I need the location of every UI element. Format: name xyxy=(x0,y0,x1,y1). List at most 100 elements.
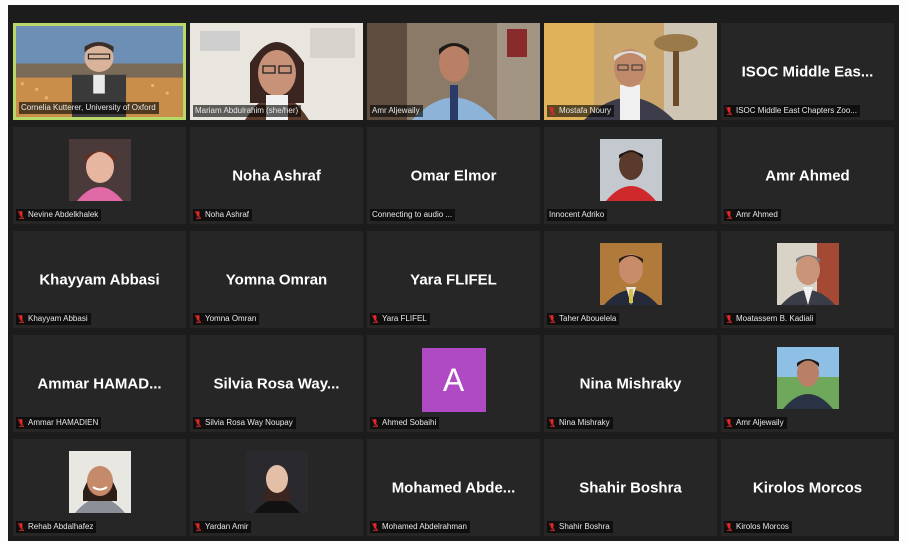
participant-name: Nevine Abdelkhalek xyxy=(28,210,99,219)
participant-display-name: ISOC Middle Eas... xyxy=(741,63,874,80)
participant-name-label: Innocent Adriko xyxy=(547,209,608,221)
participant-tile[interactable]: Nina Mishraky Nina Mishraky xyxy=(544,335,717,432)
participant-name: Noha Ashraf xyxy=(205,210,250,219)
participant-tile[interactable]: Kirolos Morcos Kirolos Morcos xyxy=(721,439,894,536)
participant-name-label: ISOC Middle East Chapters Zoo... xyxy=(724,105,860,117)
participant-tile[interactable]: Silvia Rosa Way... Silvia Rosa Way Noupa… xyxy=(190,335,363,432)
participant-name-label: Ammar HAMADIEN xyxy=(16,417,102,429)
participant-display-name: Ammar HAMAD... xyxy=(37,375,162,392)
participant-name-label: Cornelia Kutterer, University of Oxford xyxy=(19,102,159,114)
participant-tile[interactable]: Innocent Adriko xyxy=(544,127,717,224)
mic-muted-icon xyxy=(549,419,555,427)
participant-display-name: Kirolos Morcos xyxy=(752,479,863,496)
participant-tile[interactable]: ISOC Middle Eas... ISOC Middle East Chap… xyxy=(721,23,894,120)
participant-tile[interactable]: Amr Ahmed Amr Ahmed xyxy=(721,127,894,224)
mic-muted-icon xyxy=(726,419,732,427)
participant-name: Rehab Abdalhafez xyxy=(28,522,94,531)
mic-muted-icon xyxy=(549,107,555,115)
letter-avatar: A xyxy=(421,348,486,412)
profile-photo xyxy=(776,347,839,409)
participant-tile[interactable]: Ammar HAMAD... Ammar HAMADIEN xyxy=(13,335,186,432)
profile-photo xyxy=(68,139,131,201)
participant-name-label: Ahmed Sobaihi xyxy=(370,417,440,429)
participant-name-label: Yomna Omran xyxy=(193,313,260,325)
mic-muted-icon xyxy=(18,211,24,219)
participant-name-label: Amr Ahmed xyxy=(724,209,781,221)
participant-name-label: Kirolos Morcos xyxy=(724,521,792,533)
participant-name-label: Amr Aljewaily xyxy=(724,417,787,429)
mic-muted-icon xyxy=(726,107,732,115)
mic-muted-icon xyxy=(549,315,555,323)
participant-tile[interactable]: Rehab Abdalhafez xyxy=(13,439,186,536)
participant-tile[interactable]: Nevine Abdelkhalek xyxy=(13,127,186,224)
participant-name-label: Connecting to audio ... xyxy=(370,209,456,221)
gallery-view: Cornelia Kutterer, University of Oxford … xyxy=(8,5,899,541)
participant-name: Nina Mishraky xyxy=(559,418,610,427)
participant-name: Taher Abouelela xyxy=(559,314,617,323)
participant-name: Innocent Adriko xyxy=(549,210,605,219)
participant-tile[interactable]: Yomna Omran Yomna Omran xyxy=(190,231,363,328)
mic-muted-icon xyxy=(18,315,24,323)
participant-name-label: Mariam Abdulrahim (she/her) xyxy=(193,105,302,117)
participant-name: Kirolos Morcos xyxy=(736,522,789,531)
participant-name: Yomna Omran xyxy=(205,314,257,323)
participant-tile[interactable]: Amr Aljewaily xyxy=(367,23,540,120)
participant-name-label: Yara FLIFEL xyxy=(370,313,430,325)
participant-name-label: Nevine Abdelkhalek xyxy=(16,209,102,221)
participant-name: Yara FLIFEL xyxy=(382,314,427,323)
mic-muted-icon xyxy=(195,211,201,219)
participant-tile[interactable]: Yara FLIFEL Yara FLIFEL xyxy=(367,231,540,328)
participant-display-name: Khayyam Abbasi xyxy=(39,271,160,288)
participant-tile[interactable]: Mostafa Noury xyxy=(544,23,717,120)
participant-tile[interactable]: A Ahmed Sobaihi xyxy=(367,335,540,432)
mic-muted-icon xyxy=(195,315,201,323)
participant-name-label: Silvia Rosa Way Noupay xyxy=(193,417,296,429)
participant-tile[interactable]: Taher Abouelela xyxy=(544,231,717,328)
participant-name-label: Mostafa Noury xyxy=(547,105,615,117)
mic-muted-icon xyxy=(372,523,378,531)
participant-name: Silvia Rosa Way Noupay xyxy=(205,418,293,427)
participant-tile[interactable]: Amr Aljewaily xyxy=(721,335,894,432)
participant-name: Shahir Boshra xyxy=(559,522,610,531)
participant-name-label: Noha Ashraf xyxy=(193,209,253,221)
participant-tile[interactable]: Omar Elmor Connecting to audio ... xyxy=(367,127,540,224)
participant-tile[interactable]: Mariam Abdulrahim (she/her) xyxy=(190,23,363,120)
mic-muted-icon xyxy=(726,315,732,323)
participant-tile[interactable]: Cornelia Kutterer, University of Oxford xyxy=(13,23,186,120)
participant-name: Mostafa Noury xyxy=(559,106,612,115)
participant-name-label: Taher Abouelela xyxy=(547,313,620,325)
participant-tile[interactable]: Khayyam Abbasi Khayyam Abbasi xyxy=(13,231,186,328)
participant-display-name: Yomna Omran xyxy=(225,271,328,288)
profile-photo xyxy=(68,451,131,513)
mic-muted-icon xyxy=(372,315,378,323)
participant-name-label: Mohamed Abdelrahman xyxy=(370,521,470,533)
participant-name-label: Khayyam Abbasi xyxy=(16,313,91,325)
participant-name: Connecting to audio ... xyxy=(372,210,453,219)
participant-tile[interactable]: Moatassem B. Kadiali xyxy=(721,231,894,328)
participant-name-label: Moatassem B. Kadiali xyxy=(724,313,817,325)
participant-tile[interactable]: Yardan Amir xyxy=(190,439,363,536)
participant-display-name: Amr Ahmed xyxy=(765,167,850,184)
mic-muted-icon xyxy=(195,419,201,427)
mic-muted-icon xyxy=(549,523,555,531)
participant-display-name: Nina Mishraky xyxy=(579,375,682,392)
profile-photo xyxy=(599,243,662,305)
profile-photo xyxy=(599,139,662,201)
mic-muted-icon xyxy=(726,523,732,531)
participant-name: Khayyam Abbasi xyxy=(28,314,88,323)
participant-name-label: Amr Aljewaily xyxy=(370,105,423,117)
participant-name: Cornelia Kutterer, University of Oxford xyxy=(21,103,156,112)
participant-name: Moatassem B. Kadiali xyxy=(736,314,814,323)
participant-tile[interactable]: Shahir Boshra Shahir Boshra xyxy=(544,439,717,536)
participant-tile[interactable]: Noha Ashraf Noha Ashraf xyxy=(190,127,363,224)
participant-tile[interactable]: Mohamed Abde... Mohamed Abdelrahman xyxy=(367,439,540,536)
profile-photo xyxy=(245,451,308,513)
participant-display-name: Shahir Boshra xyxy=(579,479,682,496)
participant-name: Ahmed Sobaihi xyxy=(382,418,437,427)
participant-name: Mohamed Abdelrahman xyxy=(382,522,467,531)
mic-muted-icon xyxy=(18,419,24,427)
mic-muted-icon xyxy=(726,211,732,219)
participant-display-name: Silvia Rosa Way... xyxy=(213,375,340,392)
participant-name: Amr Aljewaily xyxy=(372,106,420,115)
mic-muted-icon xyxy=(195,523,201,531)
